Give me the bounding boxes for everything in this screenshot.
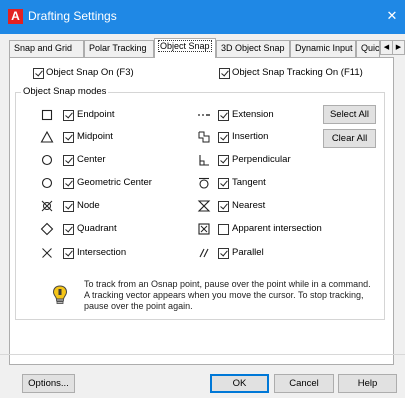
tab-polar-tracking[interactable]: Polar Tracking <box>84 40 154 57</box>
tracking-info-text: To track from an Osnap point, pause over… <box>84 279 371 311</box>
select-all-button[interactable]: Select All <box>323 105 376 124</box>
insertion-checkbox[interactable] <box>218 132 229 143</box>
intersection-x-icon <box>40 246 54 260</box>
options-button[interactable]: Options... <box>22 374 75 393</box>
center-checkbox[interactable] <box>63 155 74 166</box>
clear-all-button[interactable]: Clear All <box>323 129 376 148</box>
close-button[interactable]: ✕ <box>385 7 399 25</box>
insertion-icon <box>197 130 211 144</box>
tab-strip: Snap and Grid Polar Tracking Object Snap… <box>9 38 405 58</box>
osnap-tracking-label[interactable]: Object Snap Tracking On (F11) <box>232 67 363 79</box>
object-snap-modes-title: Object Snap modes <box>21 86 109 98</box>
cancel-button[interactable]: Cancel <box>274 374 334 393</box>
extension-checkbox[interactable] <box>218 110 229 121</box>
node-checkbox[interactable] <box>63 201 74 212</box>
midpoint-checkbox[interactable] <box>63 132 74 143</box>
center-circle-icon <box>40 153 54 167</box>
tab-dynamic-input[interactable]: Dynamic Input <box>290 40 356 57</box>
apparent-intersection-label[interactable]: Apparent intersection <box>232 223 322 235</box>
apparent-intersection-checkbox[interactable] <box>218 224 229 235</box>
apparent-intersection-icon <box>197 222 211 236</box>
osnap-on-label[interactable]: Object Snap On (F3) <box>46 67 134 79</box>
midpoint-triangle-icon <box>40 130 54 144</box>
osnap-tracking-checkbox[interactable] <box>219 68 230 79</box>
footer-divider <box>0 354 405 355</box>
parallel-icon <box>197 246 211 260</box>
geometric-center-checkbox[interactable] <box>63 178 74 189</box>
quadrant-checkbox[interactable] <box>63 224 74 235</box>
intersection-checkbox[interactable] <box>63 248 74 259</box>
tab-snap-and-grid[interactable]: Snap and Grid <box>9 40 84 57</box>
quadrant-label[interactable]: Quadrant <box>77 223 117 235</box>
extension-icon <box>197 108 211 122</box>
osnap-on-checkbox[interactable] <box>33 68 44 79</box>
nearest-icon <box>197 199 211 213</box>
tangent-label[interactable]: Tangent <box>232 177 266 189</box>
node-label[interactable]: Node <box>77 200 100 212</box>
extension-label[interactable]: Extension <box>232 109 274 121</box>
nearest-checkbox[interactable] <box>218 201 229 212</box>
endpoint-square-icon <box>40 108 54 122</box>
tab-object-snap[interactable]: Object Snap <box>154 38 216 58</box>
title-bar: A Drafting Settings ✕ <box>0 0 405 34</box>
geometric-center-circle-icon <box>40 176 54 190</box>
node-icon <box>40 199 54 213</box>
lightbulb-icon <box>52 285 68 310</box>
insertion-label[interactable]: Insertion <box>232 131 268 143</box>
quadrant-diamond-icon <box>40 222 54 236</box>
tab-3d-object-snap[interactable]: 3D Object Snap <box>216 40 290 57</box>
center-label[interactable]: Center <box>77 154 106 166</box>
endpoint-label[interactable]: Endpoint <box>77 109 115 121</box>
window-title: Drafting Settings <box>28 9 117 23</box>
parallel-checkbox[interactable] <box>218 248 229 259</box>
intersection-label[interactable]: Intersection <box>77 247 126 259</box>
perpendicular-checkbox[interactable] <box>218 155 229 166</box>
geometric-center-label[interactable]: Geometric Center <box>77 177 152 189</box>
parallel-label[interactable]: Parallel <box>232 247 264 259</box>
tangent-icon <box>197 176 211 190</box>
autocad-app-icon: A <box>8 9 23 24</box>
ok-button[interactable]: OK <box>210 374 269 393</box>
perpendicular-label[interactable]: Perpendicular <box>232 154 291 166</box>
tab-quick-properties[interactable]: Quic <box>356 40 380 57</box>
perpendicular-icon <box>197 153 211 167</box>
nearest-label[interactable]: Nearest <box>232 200 265 212</box>
tab-scroll-right-button[interactable]: ▶ <box>392 40 405 55</box>
endpoint-checkbox[interactable] <box>63 110 74 121</box>
help-button[interactable]: Help <box>338 374 397 393</box>
midpoint-label[interactable]: Midpoint <box>77 131 113 143</box>
tangent-checkbox[interactable] <box>218 178 229 189</box>
